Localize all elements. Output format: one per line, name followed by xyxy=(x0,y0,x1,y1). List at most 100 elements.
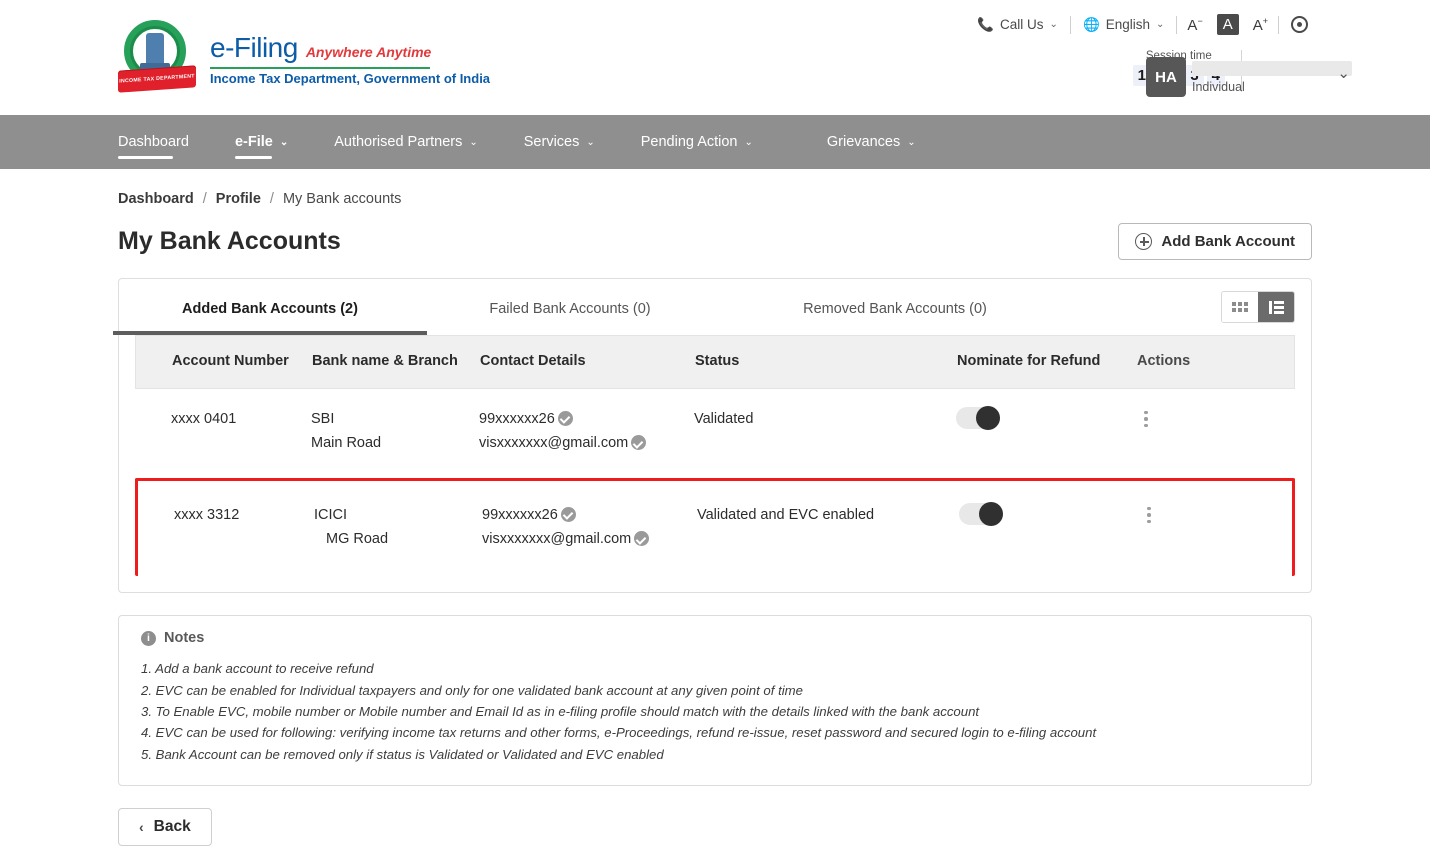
notes-title: Notes xyxy=(164,630,204,646)
grid-view-icon[interactable] xyxy=(1222,292,1258,322)
nav-label: e-File xyxy=(235,134,273,150)
nav-label: Dashboard xyxy=(118,134,189,150)
chevron-down-icon: ⌄ xyxy=(586,137,594,148)
tab-removed-bank-accounts[interactable]: Removed Bank Accounts (0) xyxy=(735,279,1055,335)
font-increase-sup: + xyxy=(1263,16,1268,26)
brand-title: e-Filing xyxy=(210,32,298,64)
breadcrumb-item-profile[interactable]: Profile xyxy=(216,191,261,207)
font-normal-label: A xyxy=(1223,16,1233,33)
table-row: xxxx 0401 SBI Main Road 99xxxxxx26 visxx… xyxy=(135,389,1295,479)
bank-name: SBI xyxy=(311,407,467,432)
page-title: My Bank Accounts xyxy=(118,227,341,256)
nav-item-efile[interactable]: e-File ⌄ xyxy=(235,115,288,169)
nav-label: Grievances xyxy=(827,134,900,150)
chevron-down-icon: ⌄ xyxy=(1156,19,1164,30)
verified-check-icon xyxy=(561,507,576,522)
add-bank-account-label: Add Bank Account xyxy=(1161,233,1295,250)
call-us-menu[interactable]: 📞 Call Us ⌄ xyxy=(965,17,1070,33)
header-utilities: 📞 Call Us ⌄ 🌐 English ⌄ A− A A+ xyxy=(965,14,1320,35)
tab-label: Added Bank Accounts (2) xyxy=(182,301,358,317)
cell-status: Validated xyxy=(688,407,950,432)
tab-label: Failed Bank Accounts (0) xyxy=(489,301,650,317)
chevron-down-icon: ⌄ xyxy=(907,137,915,148)
chevron-down-icon: ⌄ xyxy=(745,137,753,148)
row-actions-menu-icon[interactable] xyxy=(1139,503,1159,524)
tab-added-bank-accounts[interactable]: Added Bank Accounts (2) xyxy=(135,279,405,335)
settings-button[interactable] xyxy=(1279,16,1320,33)
brand-logo[interactable]: INCOME TAX DEPARTMENT e-Filing Anywhere … xyxy=(118,18,490,94)
verified-check-icon xyxy=(634,531,649,546)
nav-item-authorised-partners[interactable]: Authorised Partners ⌄ xyxy=(334,115,478,169)
font-decrease-button[interactable]: A− xyxy=(1177,16,1212,34)
table-row: xxxx 3312 ICICI MG Road 99xxxxxx26 visxx… xyxy=(135,478,1295,576)
brand-tagline: Anywhere Anytime xyxy=(306,44,432,60)
nominate-toggle[interactable] xyxy=(956,407,1000,429)
plus-circle-icon xyxy=(1135,233,1152,250)
nav-item-grievances[interactable]: Grievances ⌄ xyxy=(827,115,916,169)
font-increase-label: A xyxy=(1253,17,1263,34)
add-bank-account-button[interactable]: Add Bank Account xyxy=(1118,223,1312,260)
bank-accounts-card: Added Bank Accounts (2) Failed Bank Acco… xyxy=(118,278,1312,593)
globe-icon: 🌐 xyxy=(1083,17,1100,33)
back-button-label: Back xyxy=(154,818,191,836)
cell-actions xyxy=(1130,407,1250,428)
cell-contact-details: 99xxxxxx26 visxxxxxxx@gmail.com xyxy=(473,407,688,456)
tab-label: Removed Bank Accounts (0) xyxy=(803,301,987,317)
nominate-toggle[interactable] xyxy=(959,503,1003,525)
user-name-masked xyxy=(1192,61,1352,76)
bank-accounts-table: Account Number Bank name & Branch Contac… xyxy=(119,335,1311,592)
column-header-account-number: Account Number xyxy=(136,352,306,372)
page-header: INCOME TAX DEPARTMENT e-Filing Anywhere … xyxy=(0,0,1430,115)
note-item: 2. EVC can be enabled for Individual tax… xyxy=(141,680,1289,701)
breadcrumb-separator: / xyxy=(270,191,274,207)
list-view-icon[interactable] xyxy=(1258,292,1294,322)
font-increase-button[interactable]: A+ xyxy=(1243,16,1278,34)
row-actions-menu-icon[interactable] xyxy=(1136,407,1156,428)
phone-icon: 📞 xyxy=(977,17,994,33)
note-item: 5. Bank Account can be removed only if s… xyxy=(141,744,1289,765)
language-label: English xyxy=(1106,17,1150,32)
brand-subtitle: Income Tax Department, Government of Ind… xyxy=(210,71,490,86)
contact-mobile: 99xxxxxx26 xyxy=(479,411,555,427)
font-decrease-label: A xyxy=(1187,17,1197,34)
toggle-knob xyxy=(979,502,1003,526)
call-us-label: Call Us xyxy=(1000,17,1044,32)
gear-icon xyxy=(1291,16,1308,33)
chevron-left-icon: ‹ xyxy=(139,819,144,835)
cell-account-number: xxxx 3312 xyxy=(138,503,308,528)
note-item: 3. To Enable EVC, mobile number or Mobil… xyxy=(141,701,1289,722)
column-header-contact-details: Contact Details xyxy=(474,352,689,372)
cell-nominate-for-refund xyxy=(953,503,1133,525)
table-header-row: Account Number Bank name & Branch Contac… xyxy=(135,335,1295,389)
verified-check-icon xyxy=(631,435,646,450)
india-emblem-icon: INCOME TAX DEPARTMENT xyxy=(118,18,196,94)
tab-bar: Added Bank Accounts (2) Failed Bank Acco… xyxy=(119,279,1311,335)
nav-item-services[interactable]: Services ⌄ xyxy=(524,115,595,169)
user-menu[interactable]: HA Individual xyxy=(1146,57,1352,97)
column-header-actions: Actions xyxy=(1131,352,1251,372)
font-decrease-sup: − xyxy=(1197,16,1202,26)
avatar: HA xyxy=(1146,57,1186,97)
cell-actions xyxy=(1133,503,1253,524)
language-menu[interactable]: 🌐 English ⌄ xyxy=(1071,17,1176,33)
cell-contact-details: 99xxxxxx26 visxxxxxxx@gmail.com xyxy=(476,503,691,552)
font-normal-button[interactable]: A xyxy=(1217,14,1239,35)
cell-bank-name-branch: ICICI MG Road xyxy=(308,503,476,552)
chevron-down-icon: ⌄ xyxy=(1050,19,1058,30)
chevron-down-icon[interactable]: ⌄ xyxy=(1337,64,1350,82)
bank-branch: MG Road xyxy=(314,527,388,552)
nav-item-pending-action[interactable]: Pending Action ⌄ xyxy=(641,115,753,169)
view-toggle-group xyxy=(1221,291,1295,323)
verified-check-icon xyxy=(558,411,573,426)
nav-label: Services xyxy=(524,134,580,150)
emblem-ribbon-text: INCOME TAX DEPARTMENT xyxy=(118,65,196,92)
column-header-status: Status xyxy=(689,352,951,372)
nav-item-dashboard[interactable]: Dashboard xyxy=(118,115,189,169)
breadcrumb-separator: / xyxy=(203,191,207,207)
nav-label: Authorised Partners xyxy=(334,134,462,150)
tab-failed-bank-accounts[interactable]: Failed Bank Accounts (0) xyxy=(405,279,735,335)
back-button[interactable]: ‹ Back xyxy=(118,808,212,846)
cell-account-number: xxxx 0401 xyxy=(135,407,305,432)
breadcrumb-item-dashboard[interactable]: Dashboard xyxy=(118,191,194,207)
column-header-nominate-for-refund: Nominate for Refund xyxy=(951,352,1131,372)
